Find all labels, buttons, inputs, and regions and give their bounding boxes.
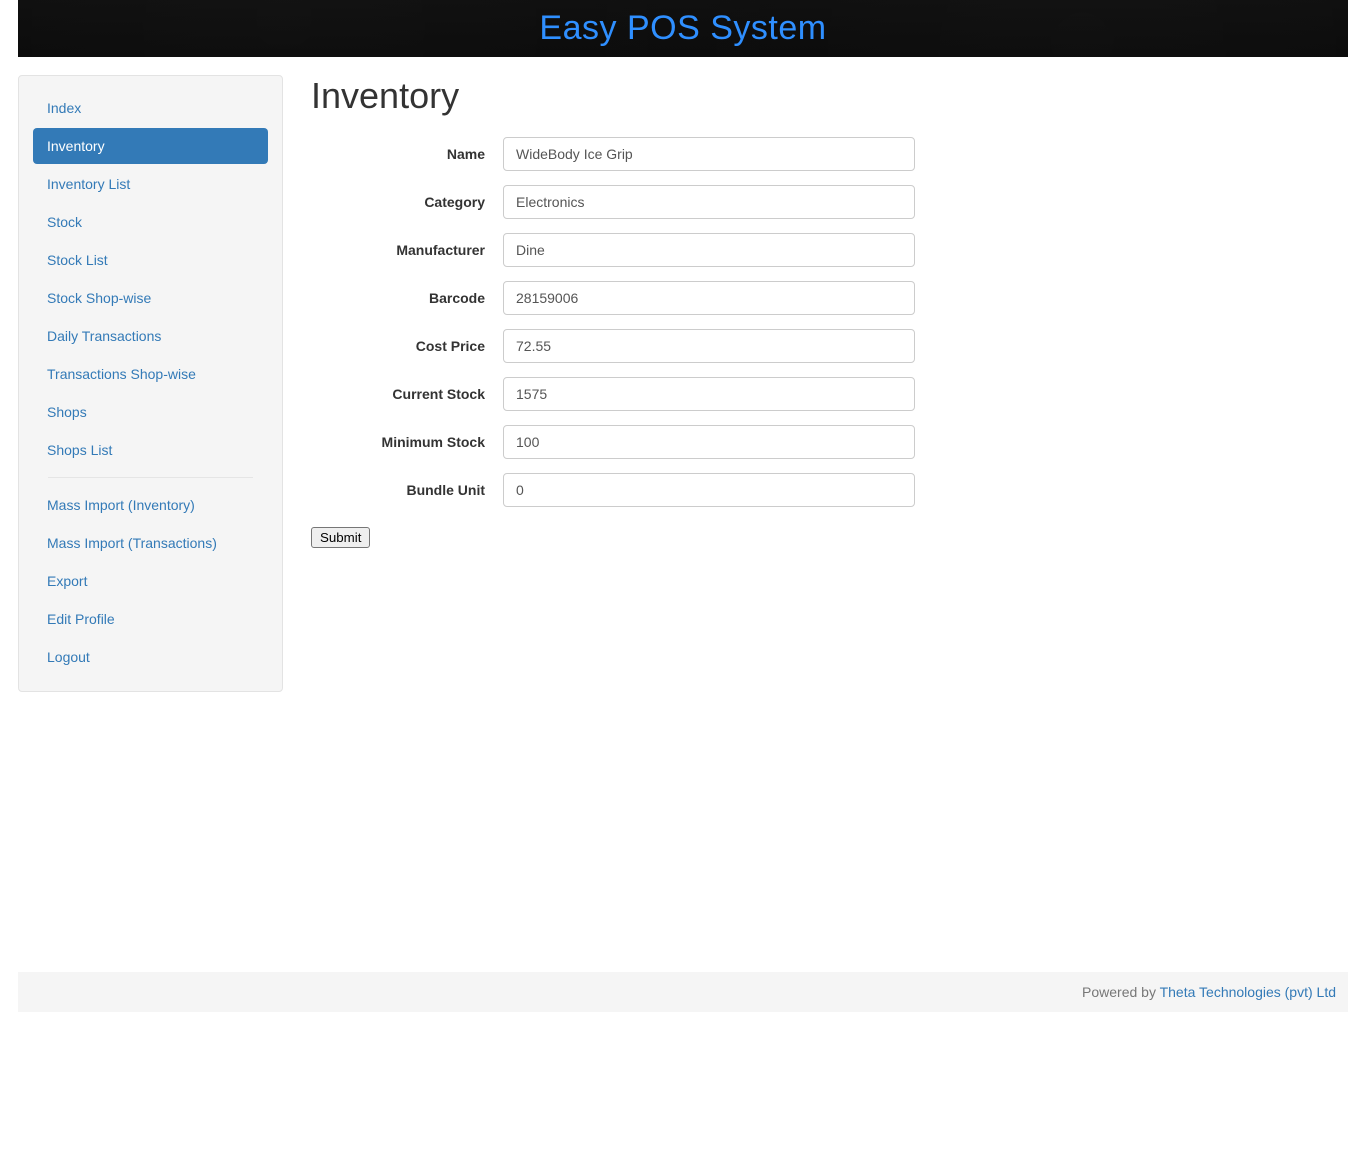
input-minimum-stock[interactable]	[503, 425, 915, 459]
input-barcode[interactable]	[503, 281, 915, 315]
input-manufacturer[interactable]	[503, 233, 915, 267]
label-current-stock: Current Stock	[311, 386, 503, 402]
sidebar-item-shops-list[interactable]: Shops List	[33, 432, 268, 468]
app-header: Easy POS System	[18, 0, 1348, 57]
input-bundle-unit[interactable]	[503, 473, 915, 507]
sidebar-item-transactions-shop-wise[interactable]: Transactions Shop-wise	[33, 356, 268, 392]
sidebar-nav: Index Inventory Inventory List Stock Sto…	[19, 90, 282, 675]
inventory-form: Name Category Manufacturer Barcode Cost …	[311, 137, 1348, 548]
sidebar-item-inventory[interactable]: Inventory	[33, 128, 268, 164]
input-category[interactable]	[503, 185, 915, 219]
sidebar-item-logout[interactable]: Logout	[33, 639, 268, 675]
sidebar-item-stock-shop-wise[interactable]: Stock Shop-wise	[33, 280, 268, 316]
sidebar-item-inventory-list[interactable]: Inventory List	[33, 166, 268, 202]
sidebar-item-shops[interactable]: Shops	[33, 394, 268, 430]
app-title: Easy POS System	[539, 9, 826, 48]
footer: Powered by Theta Technologies (pvt) Ltd	[18, 972, 1348, 1012]
sidebar-item-stock[interactable]: Stock	[33, 204, 268, 240]
footer-prefix: Powered by	[1082, 984, 1160, 1000]
sidebar-item-mass-import-transactions[interactable]: Mass Import (Transactions)	[33, 525, 268, 561]
label-bundle-unit: Bundle Unit	[311, 482, 503, 498]
main-content: Inventory Name Category Manufacturer Bar…	[311, 75, 1348, 692]
input-current-stock[interactable]	[503, 377, 915, 411]
sidebar-divider	[48, 477, 253, 478]
sidebar-item-index[interactable]: Index	[33, 90, 268, 126]
sidebar-item-stock-list[interactable]: Stock List	[33, 242, 268, 278]
label-minimum-stock: Minimum Stock	[311, 434, 503, 450]
input-name[interactable]	[503, 137, 915, 171]
submit-button[interactable]: Submit	[311, 527, 370, 548]
label-manufacturer: Manufacturer	[311, 242, 503, 258]
sidebar-item-export[interactable]: Export	[33, 563, 268, 599]
sidebar-item-daily-transactions[interactable]: Daily Transactions	[33, 318, 268, 354]
sidebar: Index Inventory Inventory List Stock Sto…	[18, 75, 283, 692]
page-title: Inventory	[311, 75, 1348, 117]
sidebar-item-mass-import-inventory[interactable]: Mass Import (Inventory)	[33, 487, 268, 523]
input-cost-price[interactable]	[503, 329, 915, 363]
label-barcode: Barcode	[311, 290, 503, 306]
footer-link[interactable]: Theta Technologies (pvt) Ltd	[1160, 984, 1336, 1000]
label-name: Name	[311, 146, 503, 162]
sidebar-item-edit-profile[interactable]: Edit Profile	[33, 601, 268, 637]
label-cost-price: Cost Price	[311, 338, 503, 354]
label-category: Category	[311, 194, 503, 210]
